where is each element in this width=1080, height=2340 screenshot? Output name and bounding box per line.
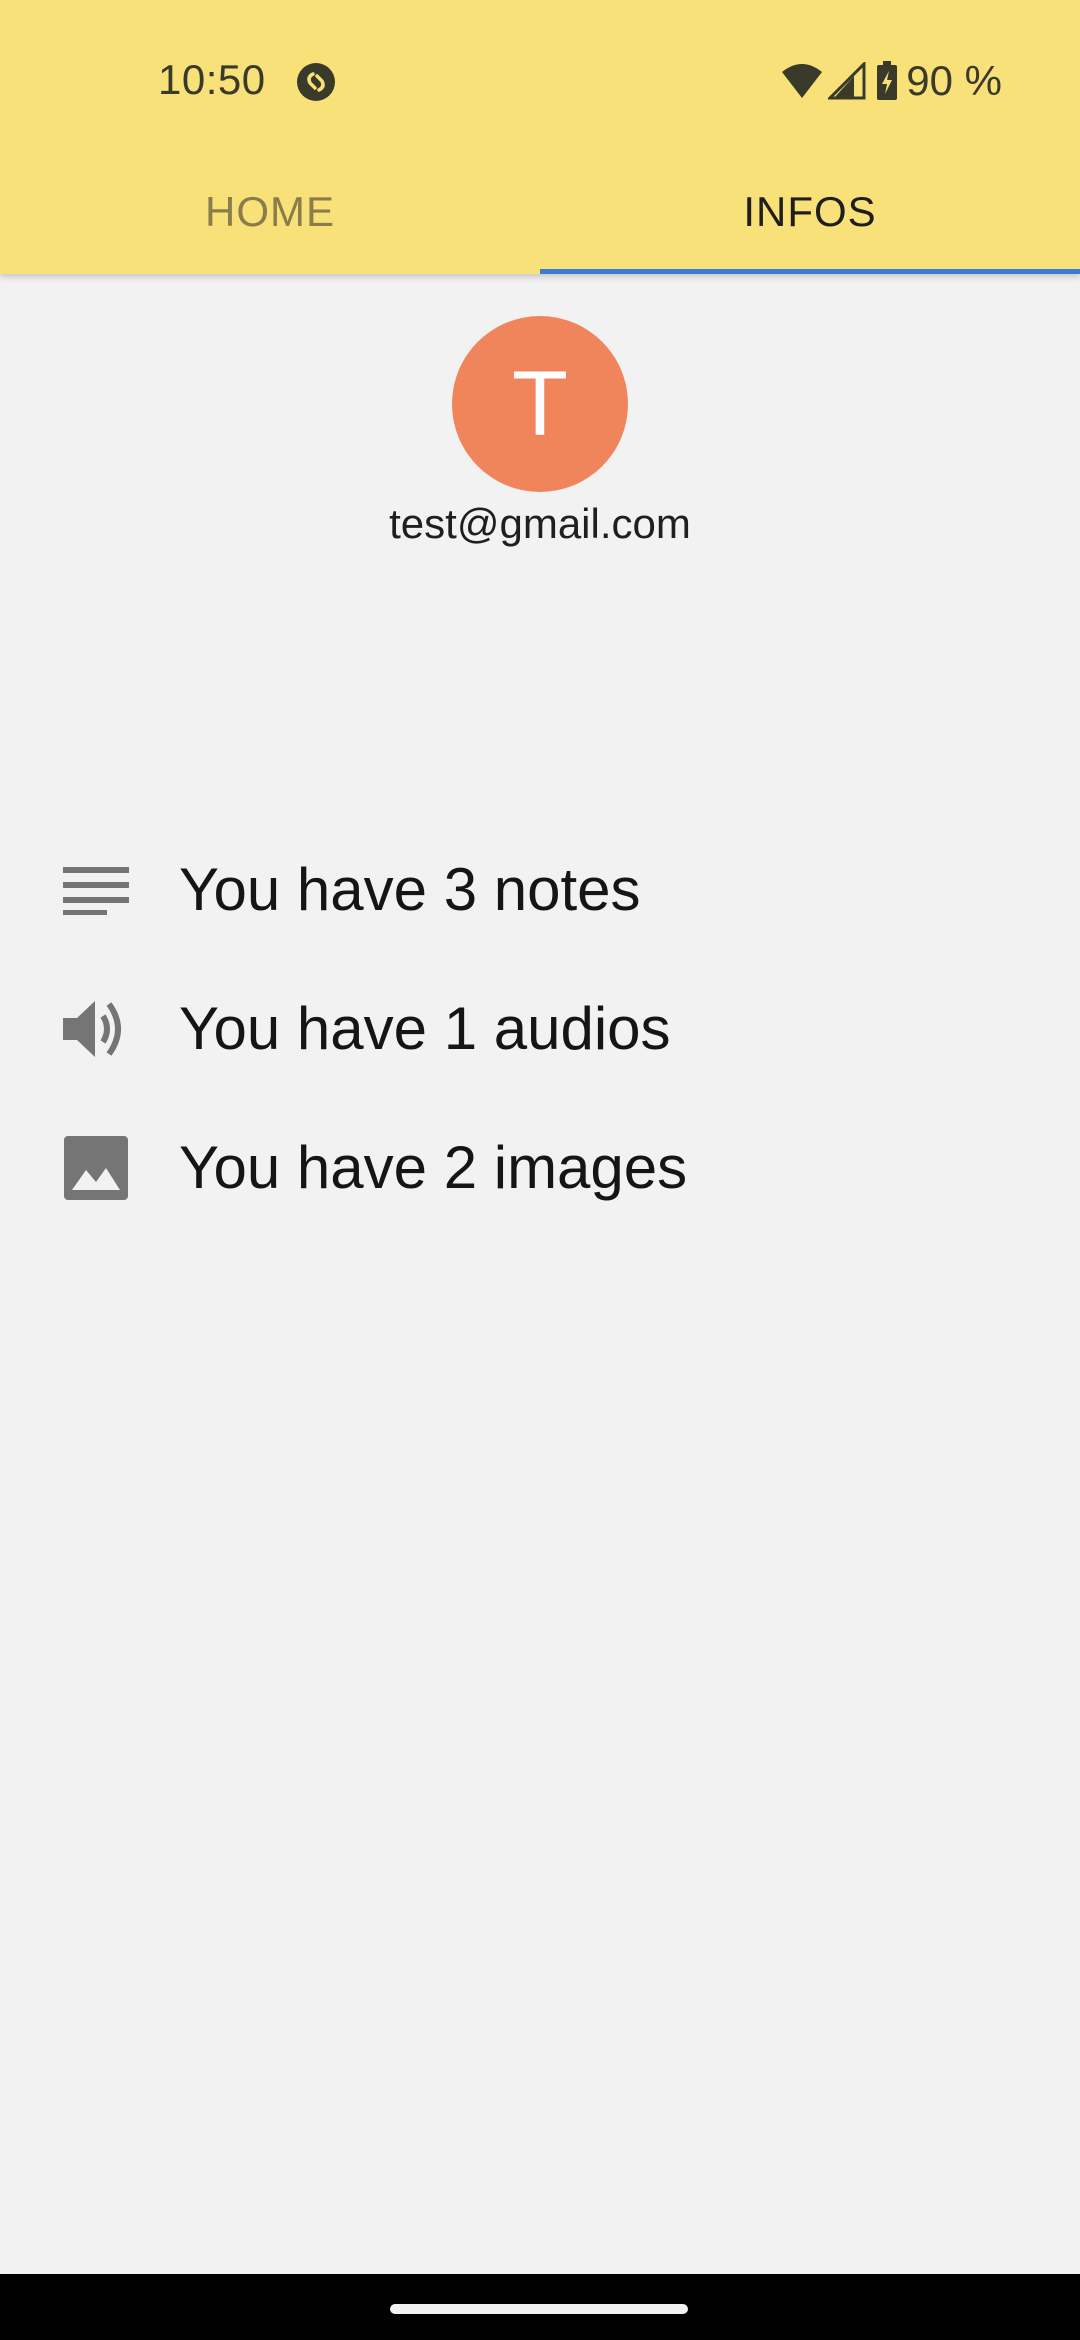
profile-section: T test@gmail.com	[0, 316, 1080, 548]
status-bar: 10:50 90 %	[0, 0, 1080, 166]
tab-home-label: HOME	[205, 188, 335, 235]
list-item-images: You have 2 images	[0, 1098, 1080, 1237]
signal-icon	[828, 62, 866, 100]
tab-infos[interactable]: INFOS	[540, 150, 1080, 274]
tab-bar: HOME INFOS	[0, 150, 1080, 274]
stats-list: You have 3 notes You have 1 audios You h…	[0, 820, 1080, 1237]
notes-count-text: You have 3 notes	[179, 856, 641, 923]
user-email: test@gmail.com	[389, 500, 691, 547]
volume-icon	[61, 994, 131, 1064]
battery-charging-icon	[876, 61, 898, 101]
wifi-icon	[780, 62, 824, 100]
avatar: T	[452, 316, 628, 492]
list-item-notes: You have 3 notes	[0, 820, 1080, 959]
audios-count-text: You have 1 audios	[179, 995, 671, 1062]
status-time: 10:50	[158, 56, 266, 103]
image-icon	[61, 1133, 131, 1203]
status-icons: 90 %	[780, 56, 1002, 106]
notes-icon	[61, 855, 131, 925]
shazam-icon	[296, 62, 336, 102]
list-item-audios: You have 1 audios	[0, 959, 1080, 1098]
images-count-text: You have 2 images	[179, 1134, 688, 1201]
tab-home[interactable]: HOME	[0, 150, 540, 274]
battery-percentage: 90 %	[906, 57, 1002, 104]
tab-infos-label: INFOS	[743, 188, 877, 235]
navigation-bar	[0, 2274, 1080, 2340]
tab-indicator	[540, 269, 1080, 274]
avatar-letter: T	[511, 352, 569, 455]
app-bar: 10:50 90 % HOME INFOS	[0, 0, 1080, 274]
home-gesture-handle[interactable]	[390, 2304, 688, 2314]
